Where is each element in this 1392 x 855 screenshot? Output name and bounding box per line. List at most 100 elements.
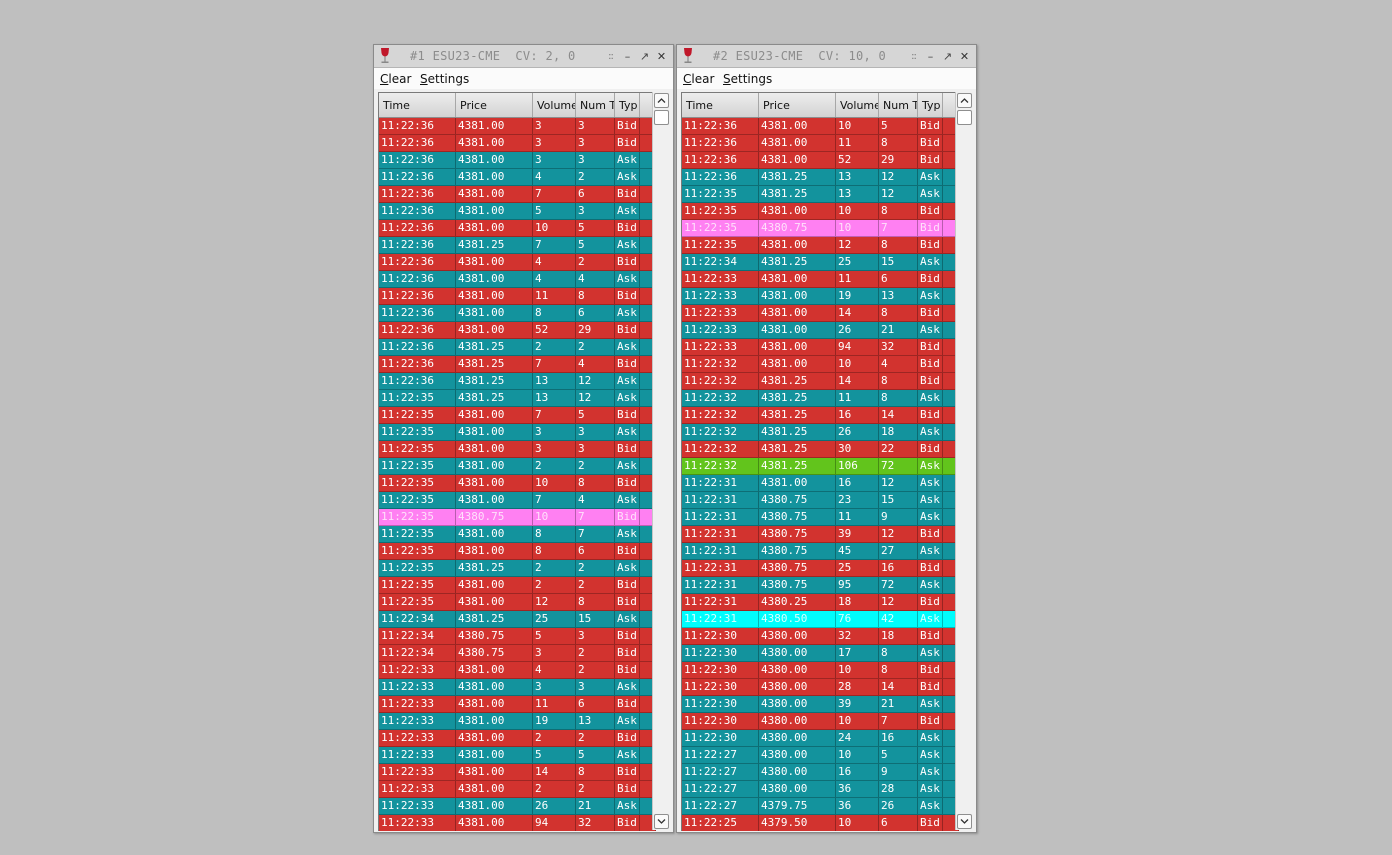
table-row[interactable]: 11:22:36 4381.00 4 2 Ask [379, 169, 656, 186]
table-row[interactable]: 11:22:33 4381.00 2 2 Bid [379, 781, 656, 798]
table-row[interactable]: 11:22:35 4381.00 10 8 Bid [682, 203, 959, 220]
table-row[interactable]: 11:22:35 4381.00 8 7 Ask [379, 526, 656, 543]
table-row[interactable]: 11:22:36 4381.25 2 2 Ask [379, 339, 656, 356]
table-row[interactable]: 11:22:36 4381.00 52 29 Bid [379, 322, 656, 339]
table-row[interactable]: 11:22:27 4379.75 36 26 Ask [682, 798, 959, 815]
table-row[interactable]: 11:22:25 4379.50 10 6 Bid [682, 815, 959, 831]
table-row[interactable]: 11:22:33 4381.00 26 21 Ask [682, 322, 959, 339]
table-row[interactable]: 11:22:31 4380.75 11 9 Ask [682, 509, 959, 526]
table-row[interactable]: 11:22:34 4380.75 3 2 Bid [379, 645, 656, 662]
scroll-down-button[interactable] [957, 814, 972, 829]
table-row[interactable]: 11:22:35 4380.75 10 7 Bid [682, 220, 959, 237]
clear-menu[interactable]: Clear [380, 72, 411, 86]
column-header-price[interactable]: Price [759, 93, 836, 117]
table-row[interactable]: 11:22:36 4381.25 7 5 Ask [379, 237, 656, 254]
table-row[interactable]: 11:22:35 4381.00 2 2 Bid [379, 577, 656, 594]
table-row[interactable]: 11:22:33 4381.00 94 32 Bid [379, 815, 656, 831]
table-row[interactable]: 11:22:32 4381.25 14 8 Bid [682, 373, 959, 390]
table-row[interactable]: 11:22:35 4381.25 2 2 Ask [379, 560, 656, 577]
table-row[interactable]: 11:22:32 4381.25 11 8 Ask [682, 390, 959, 407]
restore-icon[interactable]: ↗ [940, 48, 955, 64]
column-header-volume[interactable]: Volume [836, 93, 879, 117]
table-row[interactable]: 11:22:36 4381.00 8 6 Ask [379, 305, 656, 322]
table-row[interactable]: 11:22:33 4381.00 94 32 Bid [682, 339, 959, 356]
scroll-up-button[interactable] [957, 93, 972, 108]
table-row[interactable]: 11:22:36 4381.00 11 8 Bid [379, 288, 656, 305]
table-row[interactable]: 11:22:34 4381.25 25 15 Ask [379, 611, 656, 628]
table-row[interactable]: 11:22:35 4381.00 7 5 Bid [379, 407, 656, 424]
column-header-volume[interactable]: Volume [533, 93, 576, 117]
close-icon[interactable]: ✕ [957, 48, 972, 64]
table-row[interactable]: 11:22:33 4381.00 14 8 Bid [682, 305, 959, 322]
table-row[interactable]: 11:22:30 4380.00 39 21 Ask [682, 696, 959, 713]
scroll-up-button[interactable] [654, 93, 669, 108]
table-row[interactable]: 11:22:33 4381.00 4 2 Bid [379, 662, 656, 679]
table-row[interactable]: 11:22:36 4381.25 13 12 Ask [379, 373, 656, 390]
table-row[interactable]: 11:22:31 4381.00 16 12 Ask [682, 475, 959, 492]
table-row[interactable]: 11:22:35 4381.00 3 3 Bid [379, 441, 656, 458]
title-bar[interactable]: #1 ESU23-CME CV: 2, 0 :: – ↗ ✕ [374, 45, 673, 68]
table-row[interactable]: 11:22:33 4381.00 26 21 Ask [379, 798, 656, 815]
table-row[interactable]: 11:22:35 4381.25 13 12 Ask [379, 390, 656, 407]
table-row[interactable]: 11:22:36 4381.00 3 3 Bid [379, 135, 656, 152]
table-row[interactable]: 11:22:34 4381.25 25 15 Ask [682, 254, 959, 271]
table-row[interactable]: 11:22:35 4381.00 2 2 Ask [379, 458, 656, 475]
table-row[interactable]: 11:22:34 4380.75 5 3 Bid [379, 628, 656, 645]
table-row[interactable]: 11:22:31 4380.75 23 15 Ask [682, 492, 959, 509]
scroll-thumb[interactable] [654, 110, 669, 125]
table-row[interactable]: 11:22:33 4381.00 14 8 Bid [379, 764, 656, 781]
table-row[interactable]: 11:22:30 4380.00 32 18 Bid [682, 628, 959, 645]
table-row[interactable]: 11:22:32 4381.25 26 18 Ask [682, 424, 959, 441]
column-header-num-trades[interactable]: Num Tr [879, 93, 918, 117]
table-row[interactable]: 11:22:33 4381.00 19 13 Ask [379, 713, 656, 730]
table-row[interactable]: 11:22:36 4381.00 52 29 Bid [682, 152, 959, 169]
table-row[interactable]: 11:22:32 4381.25 30 22 Bid [682, 441, 959, 458]
table-row[interactable]: 11:22:31 4380.25 18 12 Bid [682, 594, 959, 611]
table-row[interactable]: 11:22:27 4380.00 16 9 Ask [682, 764, 959, 781]
minimize-icon[interactable]: – [923, 48, 938, 64]
column-header-num-trades[interactable]: Num Tr [576, 93, 615, 117]
table-row[interactable]: 11:22:30 4380.00 28 14 Bid [682, 679, 959, 696]
table-row[interactable]: 11:22:36 4381.00 4 4 Ask [379, 271, 656, 288]
column-header-price[interactable]: Price [456, 93, 533, 117]
table-row[interactable]: 11:22:33 4381.00 11 6 Bid [682, 271, 959, 288]
title-bar[interactable]: #2 ESU23-CME CV: 10, 0 :: – ↗ ✕ [677, 45, 976, 68]
grip-icon[interactable]: :: [906, 48, 921, 64]
table-row[interactable]: 11:22:33 4381.00 5 5 Ask [379, 747, 656, 764]
table-row[interactable]: 11:22:36 4381.00 10 5 Bid [379, 220, 656, 237]
column-header-type[interactable]: Typ [918, 93, 943, 117]
table-row[interactable]: 11:22:31 4380.50 76 42 Ask [682, 611, 959, 628]
table-row[interactable]: 11:22:31 4380.75 39 12 Bid [682, 526, 959, 543]
table-row[interactable]: 11:22:36 4381.00 10 5 Bid [682, 118, 959, 135]
column-header-type[interactable]: Typ [615, 93, 640, 117]
table-row[interactable]: 11:22:30 4380.00 10 8 Bid [682, 662, 959, 679]
scroll-down-button[interactable] [654, 814, 669, 829]
table-row[interactable]: 11:22:32 4381.00 10 4 Bid [682, 356, 959, 373]
table-row[interactable]: 11:22:35 4381.00 12 8 Bid [682, 237, 959, 254]
table-row[interactable]: 11:22:35 4381.00 3 3 Ask [379, 424, 656, 441]
table-row[interactable]: 11:22:30 4380.00 10 7 Bid [682, 713, 959, 730]
vertical-scrollbar[interactable] [652, 92, 670, 830]
grip-icon[interactable]: :: [603, 48, 618, 64]
minimize-icon[interactable]: – [620, 48, 635, 64]
table-row[interactable]: 11:22:27 4380.00 36 28 Ask [682, 781, 959, 798]
table-row[interactable]: 11:22:36 4381.00 5 3 Ask [379, 203, 656, 220]
scroll-thumb[interactable] [957, 110, 972, 125]
table-row[interactable]: 11:22:35 4381.00 10 8 Bid [379, 475, 656, 492]
settings-menu[interactable]: Settings [723, 72, 772, 86]
table-row[interactable]: 11:22:33 4381.00 19 13 Ask [682, 288, 959, 305]
close-icon[interactable]: ✕ [654, 48, 669, 64]
table-row[interactable]: 11:22:30 4380.00 17 8 Ask [682, 645, 959, 662]
table-row[interactable]: 11:22:36 4381.25 7 4 Bid [379, 356, 656, 373]
column-header-time[interactable]: Time [682, 93, 759, 117]
table-row[interactable]: 11:22:35 4381.00 8 6 Bid [379, 543, 656, 560]
table-row[interactable]: 11:22:32 4381.25 106 72 Ask [682, 458, 959, 475]
settings-menu[interactable]: Settings [420, 72, 469, 86]
table-row[interactable]: 11:22:31 4380.75 25 16 Bid [682, 560, 959, 577]
table-row[interactable]: 11:22:27 4380.00 10 5 Ask [682, 747, 959, 764]
table-row[interactable]: 11:22:30 4380.00 24 16 Ask [682, 730, 959, 747]
table-row[interactable]: 11:22:36 4381.00 3 3 Bid [379, 118, 656, 135]
table-row[interactable]: 11:22:35 4381.00 12 8 Bid [379, 594, 656, 611]
restore-icon[interactable]: ↗ [637, 48, 652, 64]
table-row[interactable]: 11:22:35 4380.75 10 7 Bid [379, 509, 656, 526]
